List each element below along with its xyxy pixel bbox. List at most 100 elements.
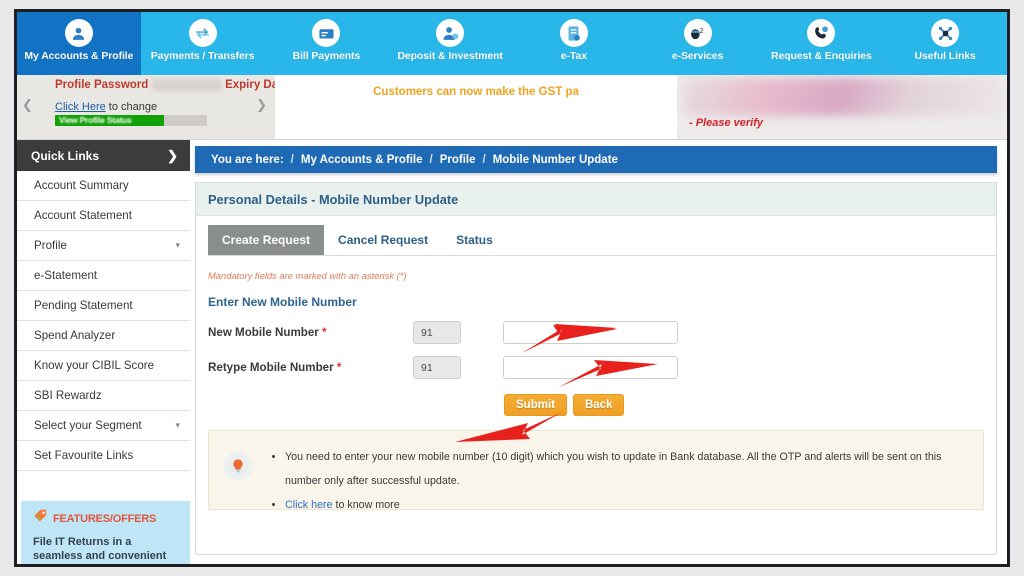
chevron-down-icon: ▾ [175,420,180,430]
sidebar-item-label: Set Favourite Links [34,449,134,462]
expiry-suffix: Expiry Date [225,79,275,91]
tab-cancel-request[interactable]: Cancel Request [324,225,442,255]
bill-envelope-icon [312,19,341,47]
chevron-right-icon[interactable]: ❯ [256,97,267,113]
breadcrumb-item-profile[interactable]: Profile [440,154,476,166]
links-network-icon [931,19,960,47]
sidebar-item-label: SBI Rewardz [34,389,102,402]
sidebar-item-profile[interactable]: Profile ▾ [17,231,190,261]
verify-details-panel: - Please verify [677,75,1007,139]
sidebar-item-pending-statement[interactable]: Pending Statement [17,291,190,321]
status-label: View Profile Status [59,115,132,125]
sidebar-item-set-favourite-links[interactable]: Set Favourite Links [17,441,190,471]
breadcrumb-separator: / [290,153,294,166]
nav-label: e-Tax [560,50,587,62]
breadcrumb-separator: / [429,153,433,166]
field-label-text: New Mobile Number [208,326,319,339]
sidebar-item-label: Profile [34,239,67,252]
nav-label: e-Services [671,50,724,62]
svg-text:2: 2 [700,26,704,34]
info-bullet-2: Click here to know more [285,493,973,517]
features-offers-panel[interactable]: FEATURES/OFFERS File IT Returns in a sea… [21,500,190,564]
sidebar-item-label: Spend Analyzer [34,329,116,342]
profile-ticker: ❮ ❯ Profile Password xxxxxxxxxxx Expiry … [17,75,275,139]
breadcrumb-item-my-accounts-profile[interactable]: My Accounts & Profile [301,154,423,166]
change-password-text: to change [108,101,158,113]
expiry-redacted-value: xxxxxxxxxxx [151,79,222,91]
nav-item-bill-payments[interactable]: Bill Payments [265,12,389,75]
mouse-services-icon: 2 [683,19,712,47]
required-asterisk: * [336,361,342,374]
tab-bar: Create Request Cancel Request Status [208,225,996,256]
click-here-to-know-more-link[interactable]: Click here [285,499,333,511]
click-here-link[interactable]: Click Here [55,101,106,113]
nav-label: Deposit & Investment [397,50,503,62]
sidebar-item-spend-analyzer[interactable]: Spend Analyzer [17,321,190,351]
nav-item-e-services[interactable]: 2 e-Services [636,12,760,75]
tax-document-icon [559,19,588,47]
nav-item-request-enquiries[interactable]: Request & Enquiries [760,12,884,75]
info-bullet-1: You need to enter your new mobile number… [285,445,973,493]
country-code-prefix: 91 [413,356,461,379]
sidebar-item-know-your-cibil-score[interactable]: Know your CIBIL Score [17,351,190,381]
new-mobile-number-label: New Mobile Number * [208,326,413,339]
quick-links-header[interactable]: Quick Links ❯ [17,140,190,171]
mandatory-fields-note: Mandatory fields are marked with an aste… [208,270,407,281]
tab-create-request[interactable]: Create Request [208,225,325,255]
ticker-row: ❮ ❯ Profile Password xxxxxxxxxxx Expiry … [17,75,1007,140]
breadcrumb-prefix: You are here: [211,153,284,166]
please-verify-note: - Please verify [689,117,763,129]
chevron-down-icon: ▾ [175,240,180,250]
content-card: Personal Details - Mobile Number Update … [195,182,997,555]
sidebar-item-e-statement[interactable]: e-Statement [17,261,190,291]
new-mobile-number-input[interactable] [503,321,678,344]
breadcrumb: You are here: / My Accounts & Profile / … [195,146,997,173]
nav-item-e-tax[interactable]: e-Tax [512,12,636,75]
sidebar-item-label: Account Statement [34,209,132,222]
redacted-account-details [683,78,1001,116]
change-password-line: Click Here to change [55,101,259,113]
retype-mobile-number-input[interactable] [503,356,678,379]
prefix-value: 91 [421,326,433,339]
sidebar: Quick Links ❯ Account Summary Account St… [17,140,190,564]
sidebar-item-account-statement[interactable]: Account Statement [17,201,190,231]
field-label-text: Retype Mobile Number [208,361,334,374]
nav-label: My Accounts & Profile [24,50,134,62]
nav-item-payments-transfers[interactable]: Payments / Transfers [141,12,265,75]
main-navigation: My Accounts & Profile Payments / Transfe… [17,12,1007,75]
know-more-suffix: to know more [335,499,400,511]
main-content: You are here: / My Accounts & Profile / … [190,140,1007,564]
view-profile-status-bar[interactable]: View Profile Status [55,115,207,126]
user-icon [64,19,93,47]
submit-button[interactable]: Submit [504,394,567,416]
browser-page: My Accounts & Profile Payments / Transfe… [14,9,1010,567]
deposit-person-icon [436,19,465,47]
sidebar-item-label: e-Statement [34,269,98,282]
info-box: You need to enter your new mobile number… [208,430,984,511]
sidebar-item-sbi-rewardz[interactable]: SBI Rewardz [17,381,190,411]
transfer-arrows-icon [188,19,217,47]
breadcrumb-separator: / [482,153,486,166]
breadcrumb-item-mobile-number-update[interactable]: Mobile Number Update [493,154,618,166]
features-offers-body: File IT Returns in a seamless and conven… [33,536,167,562]
nav-label: Request & Enquiries [770,50,872,62]
nav-label: Bill Payments [292,50,361,62]
offer-tag-icon [33,509,48,529]
card-header: Personal Details - Mobile Number Update [196,183,996,216]
back-button[interactable]: Back [572,394,625,416]
tab-label: Status [456,233,493,247]
nav-item-useful-links[interactable]: Useful Links [883,12,1007,75]
tab-label: Cancel Request [338,233,429,247]
profile-password-expiry-text: Profile Password xxxxxxxxxxx Expiry Date [55,79,275,91]
tab-status[interactable]: Status [442,225,507,255]
form-row-retype-mobile-number: Retype Mobile Number * 91 [208,356,996,379]
chevron-left-icon[interactable]: ❮ [22,97,33,113]
section-title: Enter New Mobile Number [208,295,357,309]
sidebar-item-account-summary[interactable]: Account Summary [17,171,190,201]
nav-item-deposit-investment[interactable]: Deposit & Investment [388,12,512,75]
page-body: Quick Links ❯ Account Summary Account St… [17,140,1007,564]
page-title: Personal Details - Mobile Number Update [208,191,459,207]
lightbulb-icon [223,451,253,481]
nav-item-my-accounts-profile[interactable]: My Accounts & Profile [17,12,141,75]
sidebar-item-select-your-segment[interactable]: Select your Segment ▾ [17,411,190,441]
